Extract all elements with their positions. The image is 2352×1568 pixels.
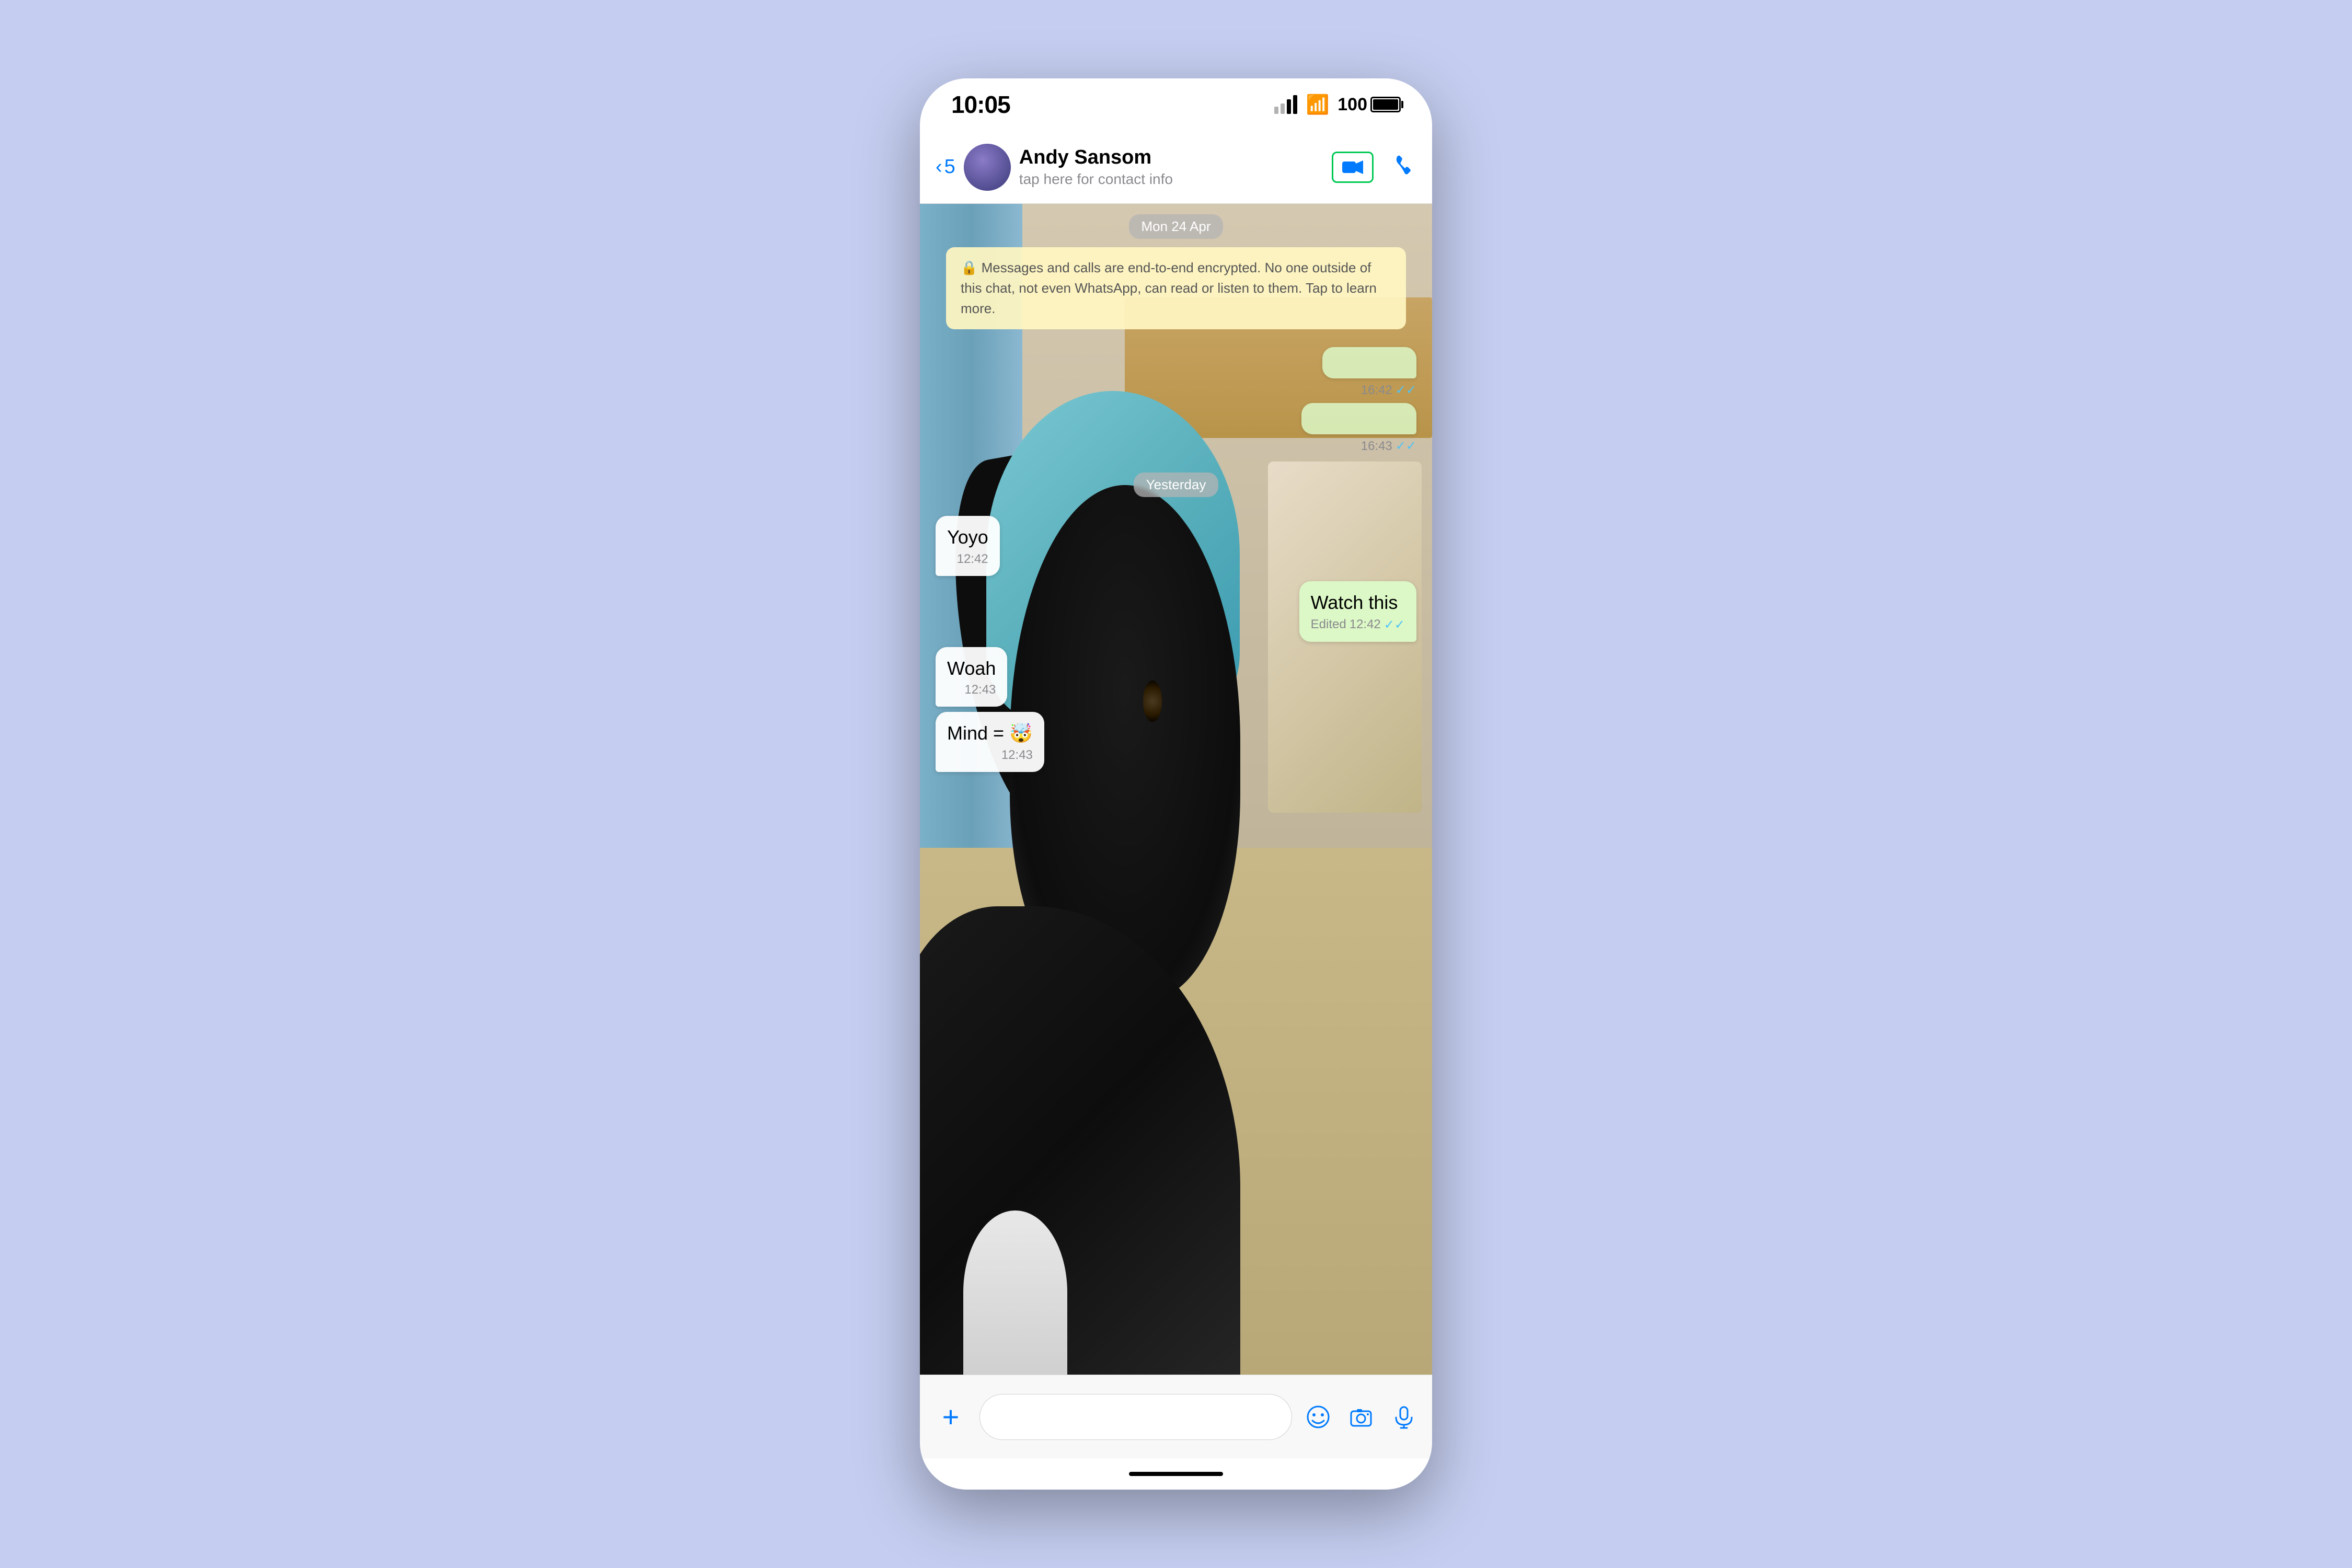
plus-icon: + — [942, 1400, 960, 1434]
message-meta: 16:42 ✓✓ — [1361, 383, 1416, 398]
check-marks-icon: ✓✓ — [1396, 439, 1416, 454]
video-call-button[interactable] — [1332, 152, 1374, 183]
wifi-icon: 📶 — [1306, 94, 1329, 116]
edited-label: Edited — [1311, 617, 1346, 632]
back-chevron-icon: ‹ — [936, 156, 942, 178]
signal-bars-icon — [1274, 95, 1297, 114]
status-bar: 10:05 📶 100 — [920, 78, 1432, 131]
chat-area: Mon 24 Apr 🔒 Messages and calls are end-… — [920, 204, 1432, 1375]
status-time: 10:05 — [951, 90, 1010, 119]
back-button[interactable]: ‹ 5 — [936, 156, 955, 178]
message-text: Woah — [947, 658, 996, 679]
message-bubble-received[interactable]: Yoyo 12:42 — [936, 516, 1000, 576]
message-bubble-received[interactable]: Mind = 🤯 12:43 — [936, 712, 1044, 772]
message-bubble-sent[interactable] — [1322, 347, 1416, 378]
microphone-button[interactable] — [1388, 1401, 1420, 1433]
battery-fill — [1373, 99, 1398, 110]
message-input[interactable] — [979, 1394, 1292, 1440]
check-marks-icon: ✓✓ — [1384, 617, 1405, 632]
battery-indicator: 100 — [1338, 95, 1401, 115]
header-actions — [1332, 152, 1416, 183]
message-meta: 16:43 ✓✓ — [1361, 439, 1416, 454]
message-row: Yoyo 12:42 — [936, 516, 1416, 576]
message-meta: Edited 12:42 ✓✓ — [1311, 617, 1405, 632]
encryption-notice[interactable]: 🔒 Messages and calls are end-to-end encr… — [946, 247, 1406, 329]
chat-header: ‹ 5 Andy Sansom tap here for contact inf… — [920, 131, 1432, 204]
battery-percentage: 100 — [1338, 95, 1367, 115]
avatar[interactable] — [964, 144, 1011, 191]
status-icons: 📶 100 — [1274, 94, 1401, 116]
message-row: Mind = 🤯 12:43 — [936, 712, 1416, 772]
home-indicator — [920, 1458, 1432, 1490]
contact-sub: tap here for contact info — [1019, 171, 1323, 188]
message-bubble-received[interactable]: Woah 12:43 — [936, 647, 1007, 707]
message-row: 16:42 ✓✓ — [936, 347, 1416, 398]
message-time: 16:43 — [1361, 439, 1392, 454]
message-text: Yoyo — [947, 526, 988, 548]
message-meta: 12:42 — [947, 552, 988, 567]
contact-info[interactable]: Andy Sansom tap here for contact info — [1019, 146, 1323, 188]
message-time: 12:42 — [1350, 617, 1381, 632]
date-label: Mon 24 Apr — [1129, 214, 1224, 239]
message-time: 16:42 — [1361, 383, 1392, 398]
input-actions — [1302, 1401, 1420, 1433]
phone-call-button[interactable] — [1394, 154, 1416, 181]
avatar-image — [964, 144, 1011, 191]
message-bubble-sent[interactable] — [1301, 403, 1416, 434]
add-attachment-button[interactable]: + — [932, 1399, 969, 1435]
message-bubble-sent[interactable]: Watch this Edited 12:42 ✓✓ — [1299, 581, 1416, 642]
battery-box-icon — [1370, 97, 1401, 112]
message-row: Watch this Edited 12:42 ✓✓ — [936, 581, 1416, 642]
home-bar — [1129, 1472, 1223, 1476]
check-marks-icon: ✓✓ — [1396, 383, 1416, 398]
message-meta: 12:43 — [947, 683, 996, 697]
camera-button[interactable] — [1345, 1401, 1377, 1433]
messages-overlay: Mon 24 Apr 🔒 Messages and calls are end-… — [920, 204, 1432, 1375]
back-count: 5 — [944, 156, 955, 178]
message-text: Mind = 🤯 — [947, 722, 1033, 744]
message-time: 12:43 — [964, 683, 996, 697]
chat-input-bar: + — [920, 1375, 1432, 1458]
phone-frame: 10:05 📶 100 ‹ 5 Andy Sansom tap here for… — [920, 78, 1432, 1490]
messages-body: 16:42 ✓✓ 16:43 ✓✓ — [930, 342, 1422, 1364]
message-text: Watch this — [1311, 592, 1398, 613]
day-separator: Yesterday — [1134, 472, 1219, 497]
message-time: 12:43 — [1001, 748, 1033, 763]
sticker-button[interactable] — [1302, 1401, 1334, 1433]
message-row: 16:43 ✓✓ — [936, 403, 1416, 454]
contact-name: Andy Sansom — [1019, 146, 1323, 169]
message-meta: 12:43 — [947, 748, 1033, 763]
message-row: Woah 12:43 — [936, 647, 1416, 707]
message-time: 12:42 — [957, 552, 988, 567]
